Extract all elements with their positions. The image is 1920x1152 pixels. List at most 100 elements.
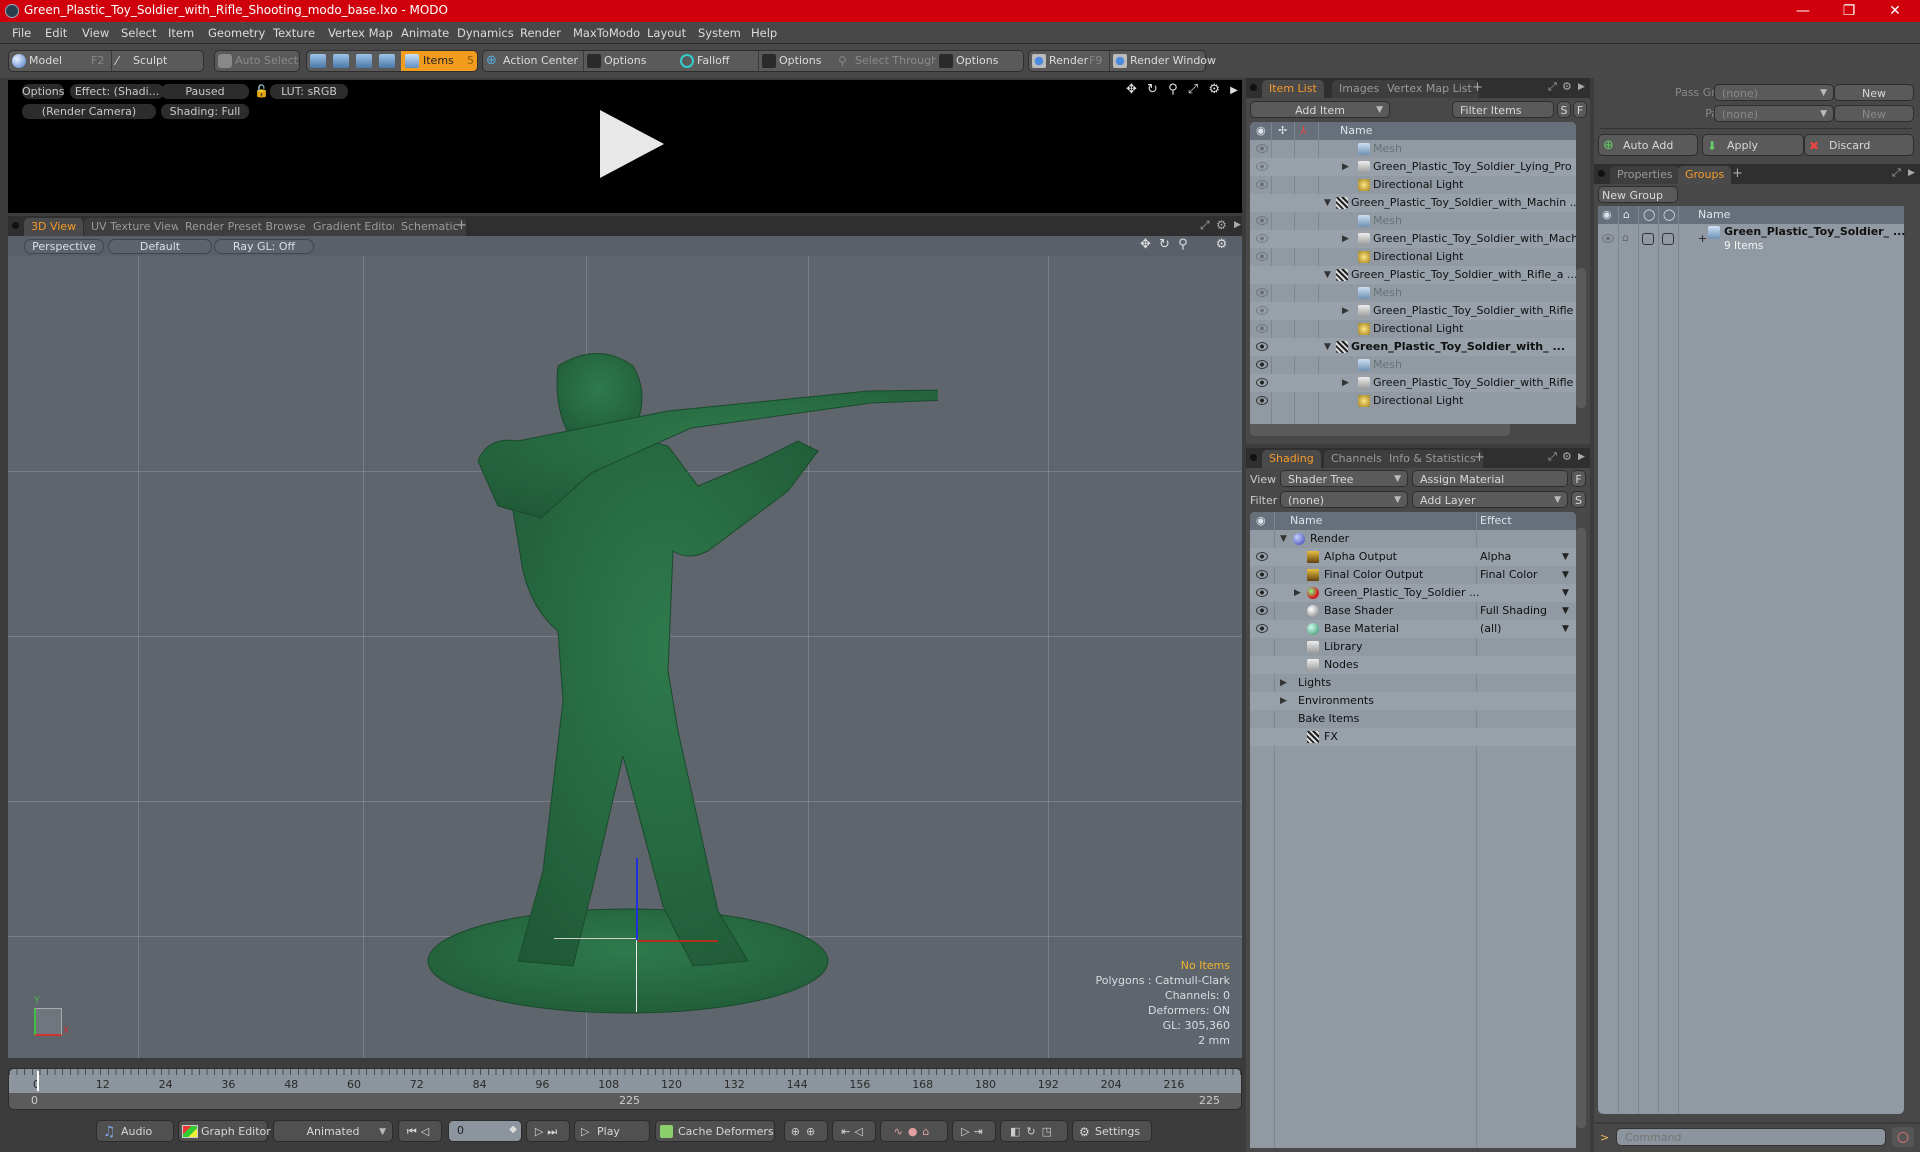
key-up-icon[interactable]: ⊕ [791, 1125, 806, 1138]
drag-handle-icon[interactable]: ◆ [509, 1124, 517, 1135]
step-back-icon[interactable]: ◁ [421, 1125, 433, 1138]
add-tab-icon[interactable]: + [1732, 166, 1743, 181]
item-list-row[interactable]: Mesh [1250, 284, 1576, 302]
sculpt-button[interactable]: ⁄ Sculpt [113, 51, 203, 71]
vertices-mode-icon[interactable] [310, 54, 326, 68]
arrow-right-icon[interactable]: ▶ [1578, 82, 1585, 92]
pan-icon[interactable]: ✥ [1140, 237, 1151, 252]
shader-tree-row[interactable]: Final Color Output Final Color ▼ [1250, 566, 1576, 584]
key-filter-icon[interactable]: ⌂ [922, 1125, 934, 1138]
add-tab-icon[interactable]: + [1472, 80, 1483, 95]
expand-plus-icon[interactable]: + [1698, 232, 1707, 245]
arrow-right-icon[interactable]: ▶ [1578, 452, 1585, 462]
tab-gradient-editor[interactable]: Gradient Editor [306, 218, 404, 236]
render-camera-dropdown[interactable]: (Render Camera) [22, 104, 156, 119]
item-list-row[interactable]: ▼ Green_Plastic_Toy_Soldier_with_Machin .… [1250, 194, 1576, 212]
polygons-mode-icon[interactable] [356, 54, 372, 68]
eye-icon[interactable] [1256, 306, 1268, 315]
close-button[interactable]: ✕ [1872, 0, 1918, 22]
object-icon[interactable]: ◧ [1010, 1125, 1026, 1138]
collapse-arrow-icon[interactable]: ▼ [1280, 530, 1287, 548]
expand-arrow-icon[interactable]: ▶ [1342, 302, 1349, 320]
skip-start-icon[interactable]: ⏮ [407, 1125, 421, 1138]
shader-tree-row[interactable]: ▶ Lights [1250, 674, 1576, 692]
effect-column-header[interactable]: Effect [1480, 512, 1512, 530]
raygl-dropdown[interactable]: Ray GL: Off [214, 239, 314, 254]
eye-icon[interactable] [1256, 570, 1268, 579]
s-button[interactable]: S [1571, 491, 1586, 508]
render-window-button[interactable]: Render Window [1110, 51, 1216, 71]
render-options-button[interactable]: Options [22, 84, 64, 99]
render-button[interactable]: Render F9 [1029, 51, 1107, 71]
eye-icon[interactable] [1256, 552, 1268, 561]
restore-button[interactable]: ❐ [1826, 0, 1872, 22]
play-button[interactable]: ▷ Play [574, 1120, 650, 1142]
menu-item[interactable]: Item [168, 26, 194, 40]
rotate-icon[interactable]: ↻ [1147, 82, 1158, 97]
visibility-column-icon[interactable]: ◉ [1256, 122, 1266, 140]
tab-shading[interactable]: Shading [1262, 450, 1321, 468]
edges-mode-icon[interactable] [333, 54, 349, 68]
tab-channels[interactable]: Channels [1324, 450, 1389, 468]
auto-select-button[interactable]: Auto Select [214, 50, 300, 72]
eye-icon[interactable] [1256, 144, 1268, 153]
item-list-row[interactable]: ▶ Green_Plastic_Toy_Soldier_with_Mach... [1250, 230, 1576, 248]
shader-tree-row[interactable]: Library [1250, 638, 1576, 656]
tab-render-preset-browser[interactable]: Render Preset Browser [178, 218, 318, 236]
select-toggle[interactable] [1662, 233, 1674, 245]
gear-icon[interactable]: ⚙ [1216, 237, 1228, 252]
eye-icon[interactable] [1256, 342, 1268, 351]
items-mode-button[interactable]: Items 5 [401, 51, 477, 71]
item-list-row[interactable]: Directional Light [1250, 320, 1576, 338]
arrow-right-icon[interactable]: ▶ [1908, 168, 1915, 178]
pass-groups-dropdown[interactable]: (none) ▼ [1714, 84, 1834, 101]
shader-tree-row[interactable]: Alpha Output Alpha ▼ [1250, 548, 1576, 566]
eye-icon[interactable] [1256, 288, 1268, 297]
expand-arrow-icon[interactable]: ▶ [1342, 230, 1349, 248]
cache-deformers-button[interactable]: Cache Deformers [655, 1120, 775, 1142]
menu-render[interactable]: Render [520, 26, 561, 40]
tab-images[interactable]: Images [1332, 80, 1387, 98]
vertical-scrollbar[interactable] [1576, 268, 1586, 408]
collapse-arrow-icon[interactable]: ▼ [1324, 194, 1331, 212]
tab-groups[interactable]: Groups [1678, 166, 1732, 184]
eye-icon[interactable] [1256, 606, 1268, 615]
assign-material-button[interactable]: Assign Material [1412, 470, 1568, 487]
tab-info-statistics[interactable]: Info & Statistics [1382, 450, 1483, 468]
command-input[interactable] [1616, 1128, 1886, 1146]
menu-animate[interactable]: Animate [401, 26, 449, 40]
rotate-icon[interactable]: ↻ [1159, 237, 1170, 252]
discard-button[interactable]: ✖ Discard [1804, 134, 1914, 156]
menu-help[interactable]: Help [751, 26, 777, 40]
item-list-row[interactable]: Mesh [1250, 212, 1576, 230]
select-through-button[interactable]: ⚲ Select Through [835, 51, 938, 71]
minimize-button[interactable]: — [1780, 0, 1826, 22]
shader-tree-row[interactable]: Base Shader Full Shading ▼ [1250, 602, 1576, 620]
item-list-row[interactable]: Directional Light [1250, 176, 1576, 194]
item-list-row[interactable]: ▶ Green_Plastic_Toy_Soldier_with_Rifle ..… [1250, 302, 1576, 320]
visibility-column-icon[interactable]: ◉ [1256, 512, 1266, 530]
prev-key-icon[interactable]: ⇤ [841, 1125, 854, 1138]
shader-tree-row[interactable]: ▼ Render [1250, 530, 1576, 548]
expand-arrow-icon[interactable]: ▶ [1280, 692, 1287, 710]
gear-icon[interactable]: ⚙ [1562, 450, 1572, 463]
audio-button[interactable]: ♫ Audio [96, 1120, 174, 1142]
shader-tree-row[interactable]: ▶ Environments [1250, 692, 1576, 710]
materials-mode-icon[interactable] [379, 54, 395, 68]
render-toggle-icon[interactable]: ⌂ [1622, 231, 1629, 244]
eye-icon[interactable] [1256, 252, 1268, 261]
eye-icon[interactable] [1256, 396, 1268, 405]
sub-icon[interactable]: ◳ [1042, 1125, 1058, 1138]
chevron-down-icon[interactable]: ▼ [1562, 548, 1569, 566]
eye-icon[interactable] [1602, 234, 1614, 243]
maximize-icon[interactable]: ⤢ [1188, 82, 1198, 97]
render-column-icon[interactable]: ⌂ [1623, 206, 1630, 224]
loop-icon[interactable]: ↻ [1026, 1125, 1041, 1138]
menu-view[interactable]: View [82, 26, 109, 40]
zoom-icon[interactable]: ⚲ [1168, 82, 1178, 97]
chevron-down-icon[interactable]: ▼ [1562, 602, 1569, 620]
eye-icon[interactable] [1256, 324, 1268, 333]
name-column-header[interactable]: Name [1698, 206, 1730, 224]
menu-select[interactable]: Select [121, 26, 156, 40]
tab-schematic[interactable]: Schematic [394, 218, 466, 236]
